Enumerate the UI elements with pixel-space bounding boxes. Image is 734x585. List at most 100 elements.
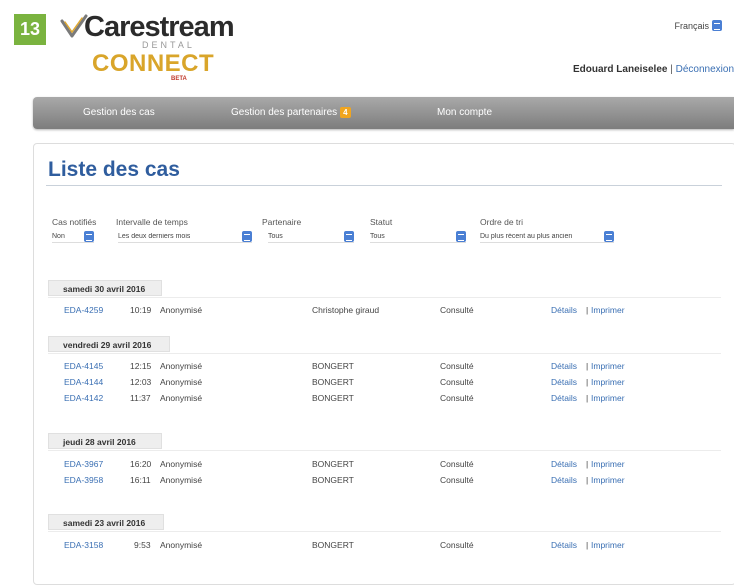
details-link[interactable]: Détails	[551, 475, 577, 485]
date-group-header: samedi 30 avril 2016	[48, 280, 162, 296]
date-group-header: vendredi 29 avril 2016	[48, 336, 170, 352]
case-partner: Christophe giraud	[312, 305, 380, 315]
case-patient: Anonymisé	[160, 305, 203, 315]
filter-partner-select[interactable]: Tous	[268, 230, 354, 243]
select-arrows-icon	[712, 20, 722, 31]
case-patient: Anonymisé	[160, 393, 203, 403]
case-partner: BONGERT	[312, 361, 354, 371]
main-navigation: Gestion des cas Gestion des partenaires 4…	[33, 97, 734, 129]
row-divider	[48, 531, 721, 532]
print-link[interactable]: Imprimer	[591, 305, 625, 315]
details-link[interactable]: Détails	[551, 459, 577, 469]
filter-order-label: Ordre de tri	[480, 217, 523, 227]
select-arrows-icon	[242, 230, 252, 242]
case-time: 16:20	[130, 459, 152, 469]
nav-item-partners[interactable]: Gestion des partenaires 4	[231, 97, 351, 129]
title-divider	[46, 185, 722, 186]
case-partner: BONGERT	[312, 540, 354, 550]
print-link[interactable]: Imprimer	[591, 393, 625, 403]
details-link[interactable]: Détails	[551, 361, 577, 371]
case-patient: Anonymisé	[160, 540, 203, 550]
case-partner: BONGERT	[312, 475, 354, 485]
filter-status-value: Tous	[370, 232, 385, 240]
nav-item-account[interactable]: Mon compte	[437, 97, 492, 129]
print-link[interactable]: Imprimer	[591, 361, 625, 371]
case-id-link[interactable]: EDA-3158	[64, 540, 103, 550]
filter-order-value: Du plus récent au plus ancien	[480, 232, 573, 240]
case-patient: Anonymisé	[160, 361, 203, 371]
case-status: Consulté	[440, 361, 474, 371]
case-time: 12:15	[130, 361, 152, 371]
date-group-header: samedi 23 avril 2016	[48, 514, 164, 530]
row-divider	[48, 297, 721, 298]
case-time: 16:11	[130, 475, 151, 485]
case-status: Consulté	[440, 475, 474, 485]
filter-notified-select[interactable]: Non	[52, 230, 94, 243]
user-info: Edouard Laneiselee | Déconnexion	[573, 64, 734, 75]
select-arrows-icon	[456, 230, 466, 242]
user-name: Edouard Laneiselee	[572, 64, 668, 75]
details-link[interactable]: Détails	[551, 393, 577, 403]
nav-item-cases-label: Gestion des cas	[83, 107, 155, 118]
case-partner: BONGERT	[312, 459, 354, 469]
figure-number-badge: 13	[14, 14, 46, 45]
product-logo-text: CONNECT	[92, 50, 215, 77]
action-separator: |	[586, 305, 589, 315]
row-divider	[48, 353, 721, 354]
logout-link[interactable]: Déconnexion	[676, 64, 734, 75]
case-partner: BONGERT	[312, 393, 354, 403]
action-separator: |	[586, 393, 589, 403]
case-time: 10:19	[130, 305, 152, 315]
case-id-link[interactable]: EDA-4145	[64, 361, 103, 371]
case-status: Consulté	[440, 459, 474, 469]
filter-partner-value: Tous	[268, 232, 283, 240]
case-id-link[interactable]: EDA-4142	[64, 393, 103, 403]
filter-notified-value: Non	[52, 232, 65, 240]
case-partner: BONGERT	[312, 377, 354, 387]
nav-item-partners-label: Gestion des partenaires	[231, 107, 338, 118]
filter-status-select[interactable]: Tous	[370, 230, 466, 243]
page-title: Liste des cas	[48, 158, 180, 181]
case-status: Consulté	[440, 393, 474, 403]
case-patient: Anonymisé	[160, 459, 203, 469]
filter-notified-label: Cas notifiés	[52, 217, 97, 227]
case-status: Consulté	[440, 377, 474, 387]
print-link[interactable]: Imprimer	[591, 377, 625, 387]
case-id-link[interactable]: EDA-4144	[64, 377, 103, 387]
details-link[interactable]: Détails	[551, 305, 577, 315]
print-link[interactable]: Imprimer	[591, 459, 625, 469]
language-select-value: Français	[674, 20, 709, 31]
filter-status-label: Statut	[370, 217, 393, 227]
select-arrows-icon	[84, 230, 94, 242]
case-id-link[interactable]: EDA-3967	[64, 459, 103, 469]
filter-interval-select[interactable]: Les deux derniers mois	[118, 230, 252, 243]
action-separator: |	[586, 475, 589, 485]
case-patient: Anonymisé	[160, 475, 203, 485]
filter-partner-label: Partenaire	[262, 217, 302, 227]
language-select[interactable]: Français	[674, 20, 722, 31]
case-patient: Anonymisé	[160, 377, 203, 387]
action-separator: |	[586, 377, 589, 387]
details-link[interactable]: Détails	[551, 377, 577, 387]
action-separator: |	[586, 540, 589, 550]
case-status: Consulté	[440, 305, 474, 315]
date-group-header: jeudi 28 avril 2016	[48, 433, 162, 449]
beta-tag: BETA	[171, 76, 187, 82]
print-link[interactable]: Imprimer	[591, 475, 625, 485]
brand-logo-subtext: DENTAL	[142, 40, 195, 50]
filter-interval-label: Intervalle de temps	[116, 217, 188, 227]
nav-item-account-label: Mon compte	[437, 107, 493, 118]
case-time: 12:03	[130, 377, 152, 387]
print-link[interactable]: Imprimer	[591, 540, 625, 550]
case-time: 11:37	[130, 393, 151, 403]
case-status: Consulté	[440, 540, 474, 550]
row-divider	[48, 450, 721, 451]
details-link[interactable]: Détails	[551, 540, 577, 550]
filter-order-select[interactable]: Du plus récent au plus ancien	[480, 230, 614, 243]
case-id-link[interactable]: EDA-3958	[64, 475, 103, 485]
nav-item-cases[interactable]: Gestion des cas	[83, 97, 155, 129]
case-time: 9:53	[134, 540, 151, 550]
filter-interval-value: Les deux derniers mois	[118, 232, 191, 240]
case-id-link[interactable]: EDA-4259	[64, 305, 103, 315]
action-separator: |	[586, 361, 589, 371]
